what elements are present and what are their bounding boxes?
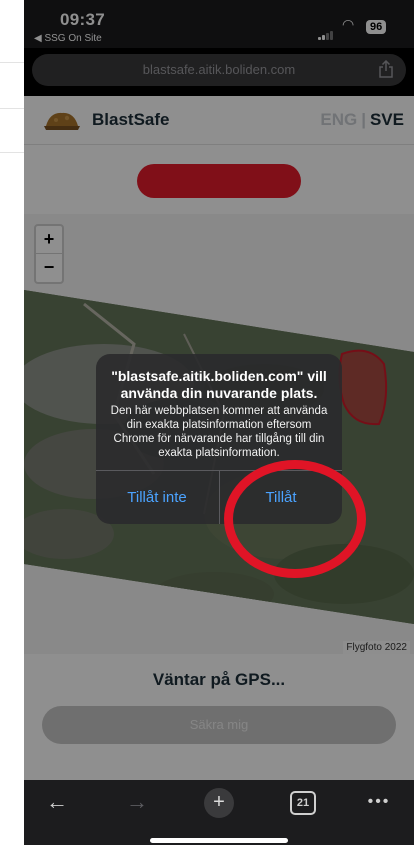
lang-eng-link[interactable]: ENG	[320, 110, 357, 129]
wifi-icon: ◠	[342, 16, 355, 32]
blastsafe-logo-icon	[44, 112, 80, 130]
dialog-message: Den här webbplatsen kommer att använda d…	[110, 405, 328, 459]
map-attribution: Flygfoto 2022	[343, 641, 410, 654]
gps-status: Väntar på GPS...	[152, 670, 286, 689]
lang-separator: |	[361, 110, 366, 129]
deny-button[interactable]: Tillåt inte	[96, 471, 218, 524]
divider	[0, 62, 24, 63]
back-to-app-link[interactable]: ◀ SSG On Site	[34, 33, 102, 44]
allow-button[interactable]: Tillåt	[220, 471, 342, 524]
status-bar: 09:37 ◀ SSG On Site ◠ 96	[24, 0, 414, 48]
more-menu-icon[interactable]: •••	[364, 790, 394, 816]
background-page-edge	[0, 0, 25, 845]
brand-name: BlastSafe	[92, 110, 170, 129]
back-arrow-icon[interactable]: ←	[42, 790, 72, 816]
battery-indicator: 96	[366, 20, 387, 34]
phone-screen: 09:37 ◀ SSG On Site ◠ 96 blastsafe.aitik…	[24, 0, 414, 845]
zoom-out-button[interactable]: −	[36, 254, 62, 281]
browser-toolbar: ← → + 21 •••	[24, 780, 414, 845]
url-text: blastsafe.aitik.boliden.com	[142, 62, 296, 77]
url-bar[interactable]: blastsafe.aitik.boliden.com	[32, 54, 406, 86]
new-tab-button[interactable]: +	[204, 788, 234, 818]
zoom-in-button[interactable]: +	[36, 226, 62, 254]
cellular-signal-icon	[318, 22, 334, 40]
forward-arrow-icon[interactable]: →	[122, 790, 152, 816]
status-time: 09:37	[60, 10, 105, 29]
tab-switcher-button[interactable]: 21	[290, 791, 316, 815]
divider	[0, 152, 24, 153]
divider	[0, 108, 24, 109]
dialog-title: "blastsafe.aitik.boliden.com" vill använ…	[111, 368, 327, 401]
map-zoom-control: + −	[34, 224, 64, 284]
site-header: BlastSafe ENG | SVE	[24, 96, 414, 145]
secure-me-button[interactable]: Säkra mig	[42, 706, 396, 744]
location-permission-dialog: "blastsafe.aitik.boliden.com" vill använ…	[96, 354, 342, 524]
home-indicator	[150, 838, 288, 843]
gps-panel: Väntar på GPS... Säkra mig	[24, 654, 414, 780]
share-icon[interactable]	[378, 60, 394, 78]
lang-sve-link[interactable]: SVE	[370, 110, 404, 129]
redaction-mark	[137, 164, 301, 198]
language-switcher: ENG | SVE	[320, 110, 404, 130]
